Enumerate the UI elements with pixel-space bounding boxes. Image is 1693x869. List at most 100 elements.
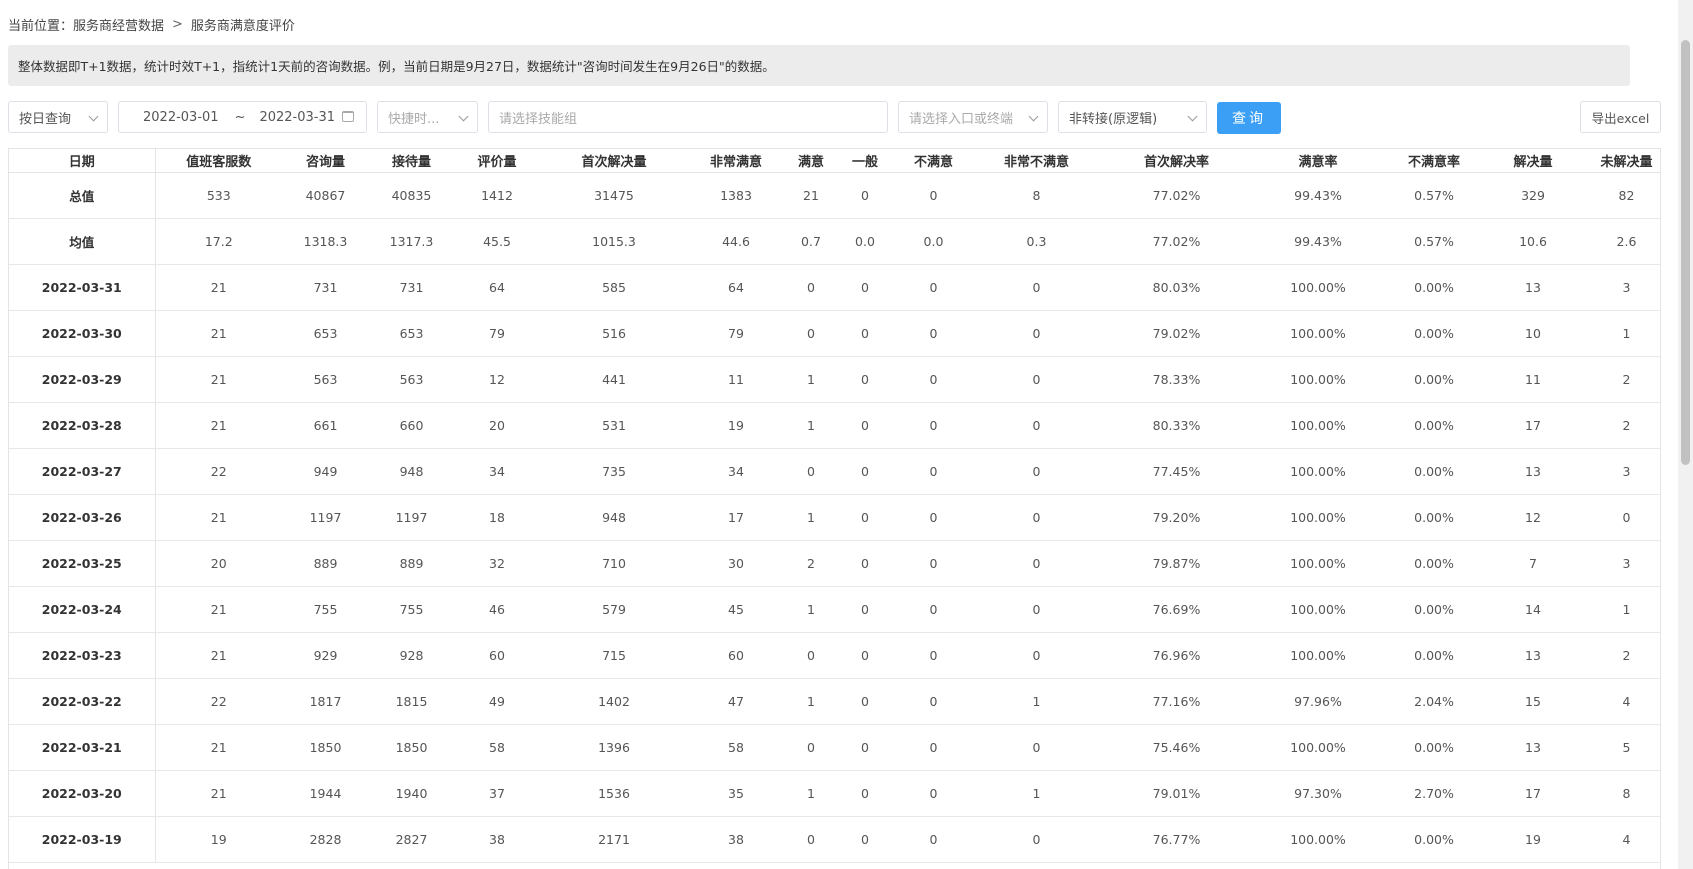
table-cell: 20: [155, 540, 282, 587]
table-cell: 3: [1579, 540, 1660, 587]
table-cell: 889: [369, 540, 454, 587]
table-cell: 100.00%: [1255, 448, 1381, 495]
table-cell: 3: [1579, 264, 1660, 311]
table-row[interactable]: 2022-03-25 20 889 889 32 710 30 2 0 0 0 79.87% 100.0…: [9, 540, 1660, 587]
quick-time-value: 快捷时...: [388, 111, 440, 127]
table-cell: 100.00%: [1255, 264, 1381, 311]
table-row[interactable]: 2022-03-23 21 929 928 60 715 60 0 0 0 0 76.96% 100.0…: [9, 632, 1660, 679]
table-row[interactable]: 2022-03-27 22 949 948 34 735 34 0 0 0 0 77.45% 100.0…: [9, 448, 1660, 495]
table-cell: 64: [454, 264, 540, 311]
column-header[interactable]: 咨询量: [282, 149, 369, 173]
column-header[interactable]: 解决量: [1487, 149, 1579, 173]
table-cell: 1318.3: [282, 218, 369, 265]
table-cell: 32: [454, 540, 540, 587]
table-cell: 1: [784, 770, 838, 817]
table-cell: 4: [1579, 816, 1660, 863]
table-cell: 0: [1579, 494, 1660, 541]
table-cell: 1: [784, 402, 838, 449]
table-cell: 17.2: [155, 218, 282, 265]
table-cell: 5: [1579, 724, 1660, 771]
table-cell: 0.00%: [1381, 724, 1487, 771]
column-header[interactable]: 首次解决率: [1098, 149, 1255, 173]
column-header[interactable]: 一般: [838, 149, 892, 173]
table-row[interactable]: 2022-03-28 21 661 660 20 531 19 1 0 0 0 80.33% 100.0…: [9, 402, 1660, 449]
table-row[interactable]: 2022-03-26 21 1197 1197 18 948 17 1 0 0 0 79.20% 100…: [9, 494, 1660, 541]
query-button[interactable]: 查询: [1217, 102, 1281, 134]
vertical-scrollbar[interactable]: [1678, 0, 1693, 869]
table-cell: 0.00%: [1381, 586, 1487, 633]
table-cell: 0.7: [784, 218, 838, 265]
table-row[interactable]: 总值 533 40867 40835 1412 31475 1383 21 0 0 8 77.02% 9…: [9, 172, 1660, 219]
table-cell: 0: [892, 724, 975, 771]
table-cell: 1: [1579, 586, 1660, 633]
table-cell: 0: [784, 816, 838, 863]
table-cell: 0: [784, 632, 838, 679]
row-date-cell: 2022-03-29: [9, 356, 156, 403]
column-header[interactable]: 接待量: [369, 149, 454, 173]
calendar-icon: [342, 111, 354, 122]
transfer-select[interactable]: 非转接(原逻辑): [1058, 101, 1207, 133]
skill-group-select[interactable]: 请选择技能组: [488, 101, 888, 133]
table-row[interactable]: 2022-03-29 21 563 563 12 441 11 1 0 0 0 78.33% 100.0…: [9, 356, 1660, 403]
date-range-picker[interactable]: 2022-03-01 ~ 2022-03-31: [118, 101, 367, 133]
table-cell: 44.6: [688, 218, 784, 265]
date-start[interactable]: 2022-03-01: [143, 110, 219, 125]
table-cell: 21: [155, 632, 282, 679]
notice-banner: 整体数据即T+1数据，统计时效T+1，指统计1天前的咨询数据。例，当前日期是9月…: [8, 45, 1630, 86]
table-cell: 21: [155, 402, 282, 449]
table-cell: 1944: [282, 770, 369, 817]
quick-time-select[interactable]: 快捷时...: [377, 101, 478, 133]
table-cell: 1850: [282, 724, 369, 771]
export-excel-button[interactable]: 导出excel: [1580, 101, 1661, 133]
table-cell: 21: [155, 494, 282, 541]
table-cell: 0: [975, 586, 1098, 633]
table-header-row: 日期 值班客服数 咨询量 接待量 评价量 首次解决量 非常满意 满意 一般 不满意 非常不满意 首次解…: [9, 149, 1660, 173]
table-cell: 82: [1579, 172, 1660, 219]
table-row[interactable]: 2022-03-31 21 731 731 64 585 64 0 0 0 0 80.03% 100.0…: [9, 264, 1660, 311]
column-header[interactable]: 评价量: [454, 149, 540, 173]
column-header[interactable]: 满意率: [1255, 149, 1381, 173]
table-cell: 17: [688, 494, 784, 541]
table-row[interactable]: 2022-03-21 21 1850 1850 58 1396 58 0 0 0 0 75.46% 10…: [9, 724, 1660, 771]
table-cell: 0: [975, 816, 1098, 863]
column-header[interactable]: 日期: [9, 149, 156, 173]
row-date-cell: 2022-03-25: [9, 540, 156, 587]
column-header[interactable]: 首次解决量: [540, 149, 688, 173]
scrollbar-thumb[interactable]: [1681, 40, 1690, 465]
column-header[interactable]: 非常不满意: [975, 149, 1098, 173]
table-cell: 76.96%: [1098, 632, 1255, 679]
table-row[interactable]: 2022-03-30 21 653 653 79 516 79 0 0 0 0 79.02% 100.0…: [9, 310, 1660, 357]
column-header[interactable]: 不满意率: [1381, 149, 1487, 173]
table-row[interactable]: 2022-03-24 21 755 755 46 579 45 1 0 0 0 76.69% 100.0…: [9, 586, 1660, 633]
table-cell: 929: [282, 632, 369, 679]
date-end[interactable]: 2022-03-31: [259, 110, 335, 125]
table-cell: 58: [454, 724, 540, 771]
query-mode-select[interactable]: 按日查询: [8, 101, 108, 133]
column-header[interactable]: 未解决量: [1579, 149, 1660, 173]
table-cell: 10.6: [1487, 218, 1579, 265]
column-header[interactable]: 满意: [784, 149, 838, 173]
table-row[interactable]: 均值 17.2 1318.3 1317.3 45.5 1015.3 44.6 0.7 0.0 0.…: [9, 218, 1660, 265]
row-date-cell: 均值: [9, 218, 156, 265]
table-row[interactable]: 2022-03-19 19 2828 2827 38 2171 38 0 0 0 0 76.77% 10…: [9, 816, 1660, 863]
table-row[interactable]: 2022-03-22 22 1817 1815 49 1402 47 1 0 0 1 77.16% 97…: [9, 678, 1660, 725]
table-cell: 585: [540, 264, 688, 311]
table-cell: 1197: [369, 494, 454, 541]
table-cell: 0: [892, 770, 975, 817]
entry-terminal-select[interactable]: 请选择入口或终端: [898, 101, 1048, 133]
table-cell: 97.30%: [1255, 770, 1381, 817]
column-header[interactable]: 值班客服数: [155, 149, 282, 173]
table-cell: 710: [540, 540, 688, 587]
row-date-cell: 2022-03-27: [9, 448, 156, 495]
row-date-cell: 总值: [9, 172, 156, 219]
column-header[interactable]: 不满意: [892, 149, 975, 173]
column-header[interactable]: 非常满意: [688, 149, 784, 173]
table-cell: 99.43%: [1255, 172, 1381, 219]
table-cell: 928: [369, 632, 454, 679]
table-cell: 653: [282, 310, 369, 357]
breadcrumb-prefix[interactable]: 当前位置：服务商经营数据: [8, 15, 164, 34]
table-cell: 1: [784, 356, 838, 403]
table-cell: 100.00%: [1255, 724, 1381, 771]
table-cell: 2.70%: [1381, 770, 1487, 817]
table-row[interactable]: 2022-03-20 21 1944 1940 37 1536 35 1 0 0 1 79.01% 97…: [9, 770, 1660, 817]
